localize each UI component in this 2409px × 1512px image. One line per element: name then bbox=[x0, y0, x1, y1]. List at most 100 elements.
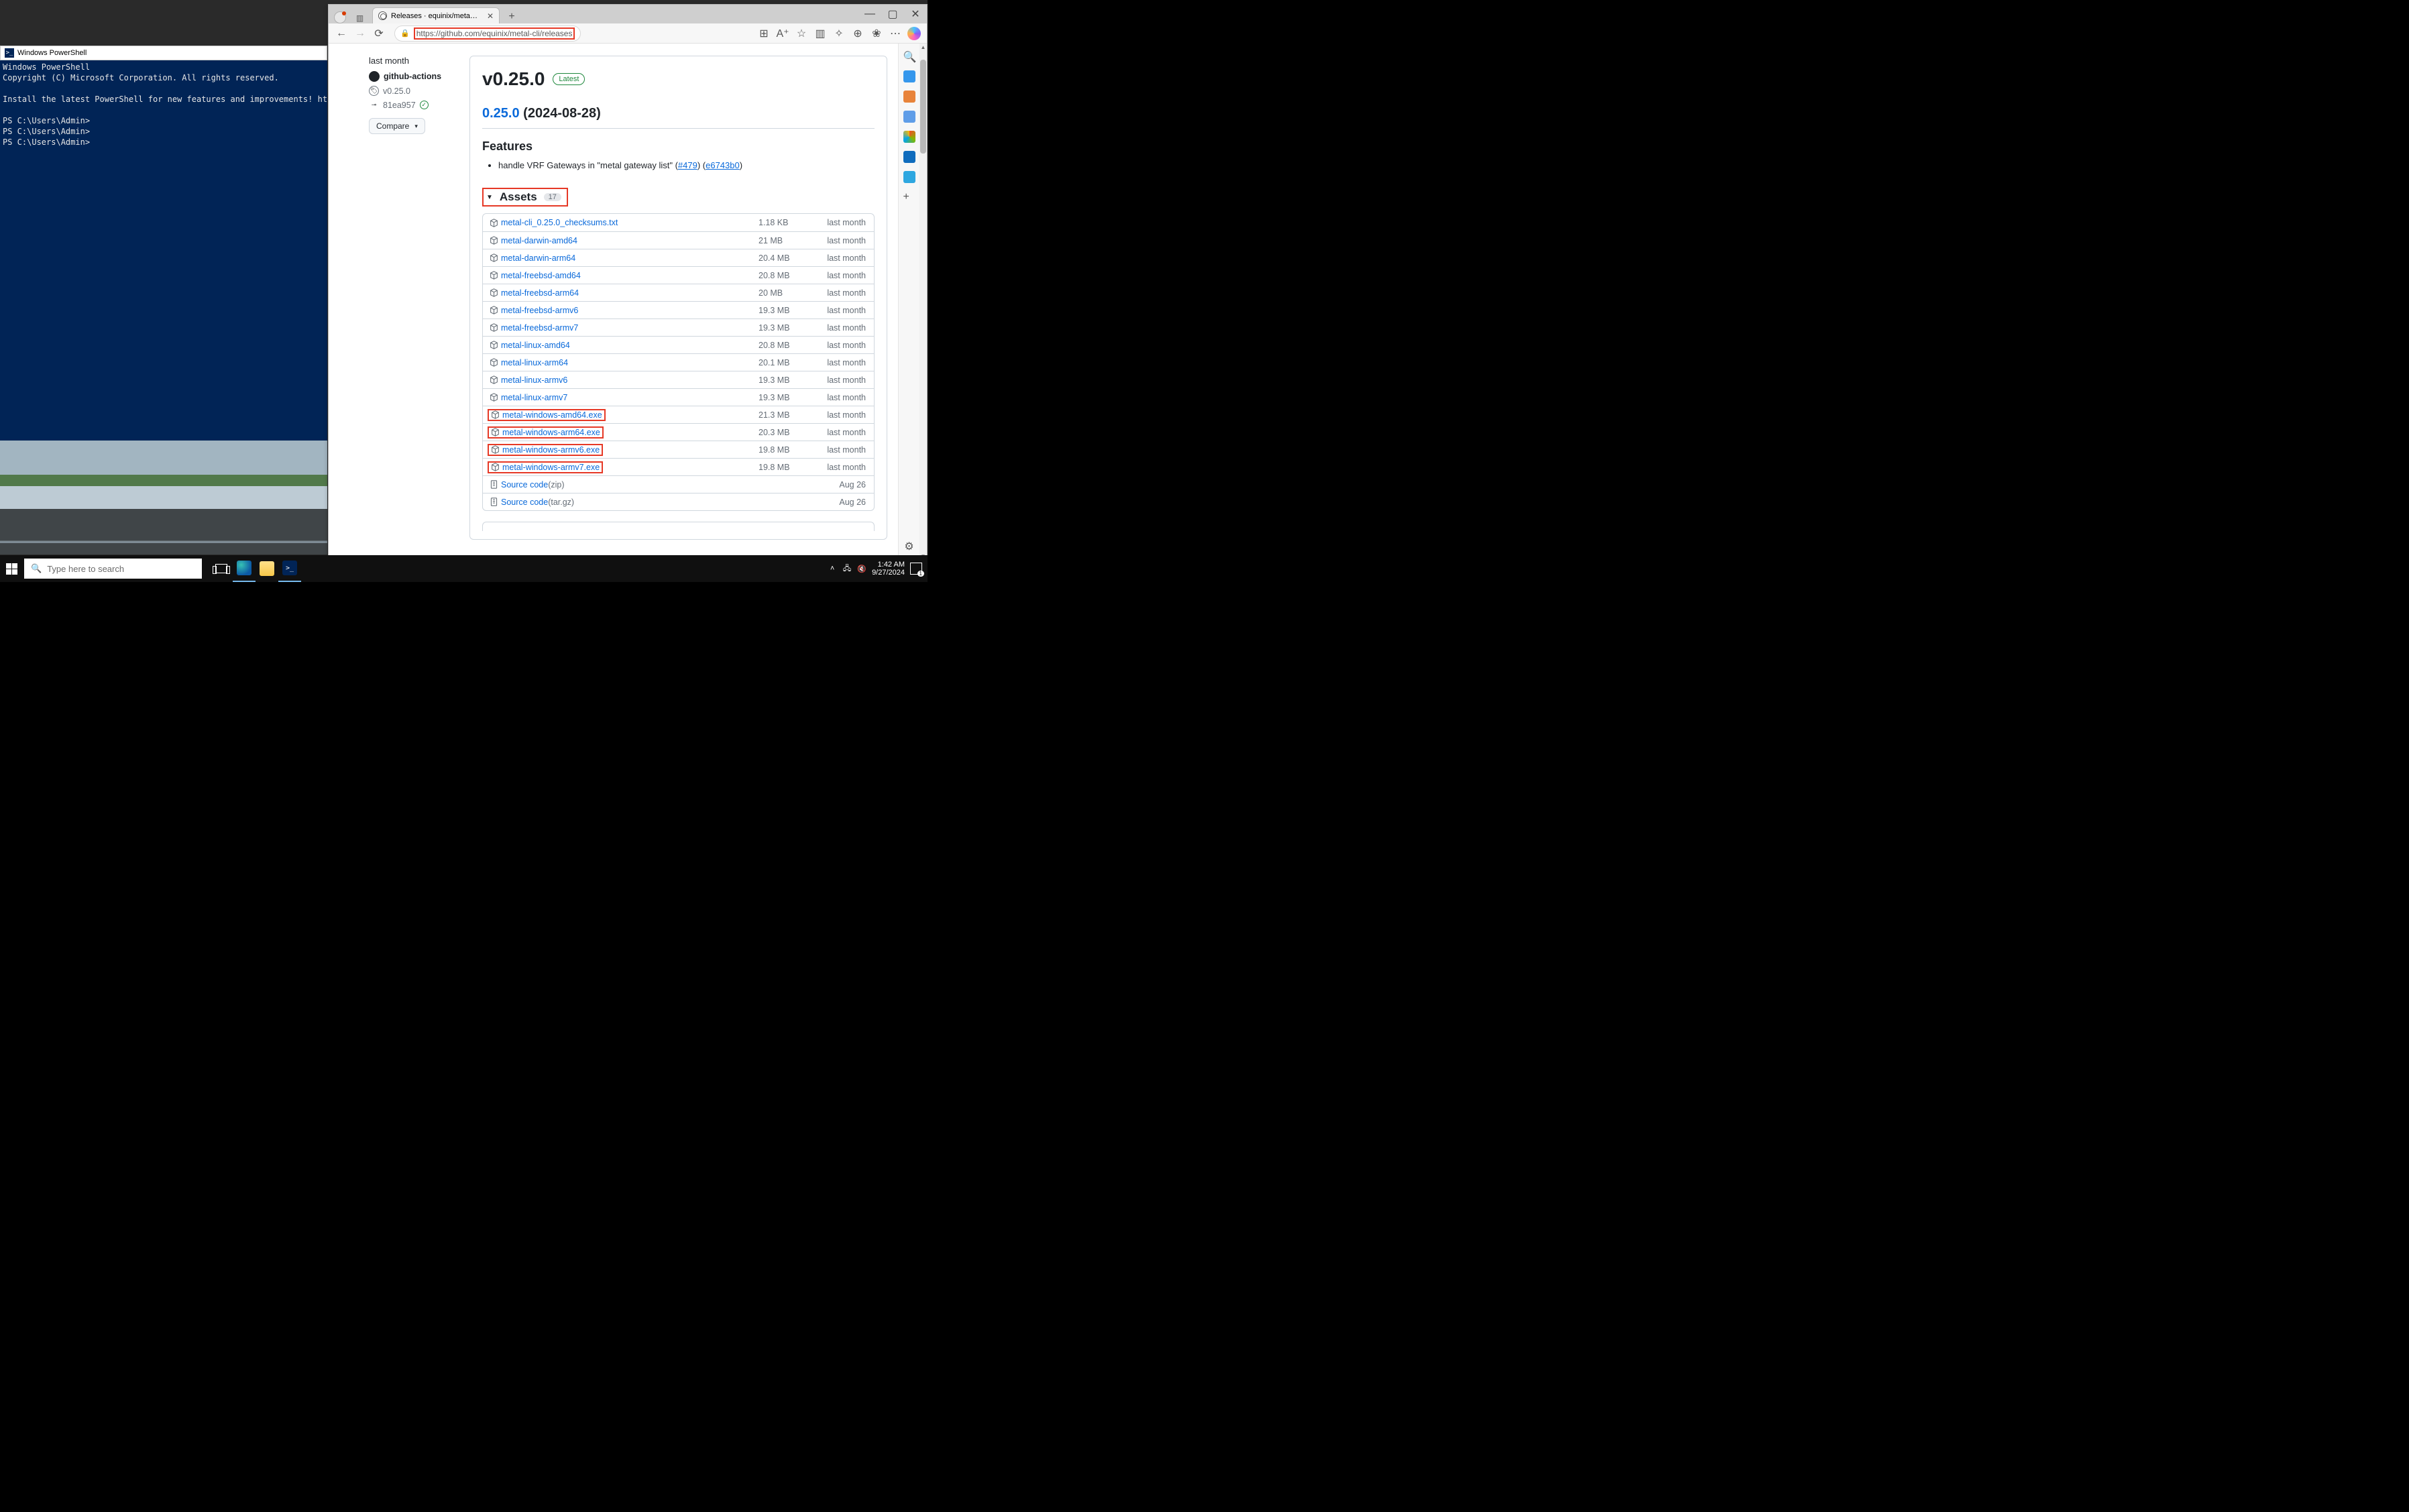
asset-row: Source code (zip)Aug 26 bbox=[483, 475, 874, 493]
scrollbar[interactable]: ▲ ▼ bbox=[919, 44, 927, 560]
asset-row: metal-windows-armv7.exe19.8 MBlast month bbox=[483, 458, 874, 475]
asset-link[interactable]: metal-linux-arm64 bbox=[501, 358, 568, 367]
taskbar-explorer[interactable] bbox=[256, 555, 278, 582]
asset-link[interactable]: metal-linux-armv7 bbox=[501, 393, 567, 402]
sidebar-shopping-icon[interactable] bbox=[903, 91, 915, 103]
asset-date: Aug 26 bbox=[812, 480, 866, 489]
asset-link[interactable]: metal-windows-amd64.exe bbox=[502, 410, 602, 420]
assets-toggle[interactable]: ▼ Assets 17 bbox=[482, 188, 568, 207]
powershell-titlebar[interactable]: >_ Windows PowerShell bbox=[0, 46, 327, 60]
asset-name-wrap: metal-windows-armv6.exe bbox=[488, 444, 603, 456]
sidebar-office-icon[interactable] bbox=[903, 131, 915, 143]
asset-link[interactable]: metal-freebsd-armv7 bbox=[501, 323, 578, 333]
scroll-thumb[interactable] bbox=[920, 60, 926, 154]
task-view-icon bbox=[215, 564, 227, 573]
asset-link[interactable]: Source code bbox=[501, 498, 548, 507]
sidebar-settings-icon[interactable]: ⚙ bbox=[904, 540, 913, 553]
asset-row: metal-linux-armv619.3 MBlast month bbox=[483, 371, 874, 388]
tab-actions-icon[interactable]: ▥ bbox=[354, 12, 366, 23]
powershell-body[interactable]: Windows PowerShell Copyright (C) Microso… bbox=[0, 60, 327, 441]
close-window-button[interactable]: ✕ bbox=[904, 5, 927, 23]
release-title: v0.25.0 bbox=[482, 68, 545, 90]
asset-link[interactable]: metal-windows-arm64.exe bbox=[502, 428, 600, 437]
sidebar-drop-icon[interactable] bbox=[903, 171, 915, 183]
asset-size: 1.18 KB bbox=[759, 218, 812, 227]
new-tab-button[interactable]: + bbox=[505, 10, 518, 23]
asset-link[interactable]: metal-darwin-amd64 bbox=[501, 236, 577, 245]
asset-name-wrap: metal-cli_0.25.0_checksums.txt bbox=[490, 218, 618, 227]
system-tray: ˄ 🖧 🔇 1:42 AM 9/27/2024 1 bbox=[828, 561, 928, 577]
asset-size: 19.3 MB bbox=[759, 323, 812, 333]
asset-date: last month bbox=[812, 428, 866, 437]
release-commit[interactable]: ⊸ 81ea957 ✓ bbox=[369, 100, 463, 110]
asset-link[interactable]: Source code bbox=[501, 480, 548, 489]
tray-volume-icon[interactable]: 🔇 bbox=[857, 564, 866, 573]
taskbar-powershell[interactable]: >_ bbox=[278, 555, 301, 582]
asset-row: metal-windows-amd64.exe21.3 MBlast month bbox=[483, 406, 874, 423]
favorites-bar-icon[interactable]: ✧ bbox=[832, 26, 846, 41]
feature-commit-link[interactable]: e6743b0 bbox=[706, 160, 740, 170]
minimize-button[interactable]: — bbox=[858, 5, 881, 23]
asset-name-wrap: metal-linux-amd64 bbox=[490, 341, 570, 350]
release-actor[interactable]: github-actions bbox=[369, 71, 463, 82]
asset-link[interactable]: metal-windows-armv7.exe bbox=[502, 463, 600, 472]
tray-network-icon[interactable]: 🖧 bbox=[842, 564, 852, 573]
asset-size: 20.8 MB bbox=[759, 271, 812, 280]
chevron-down-icon: ▾ bbox=[414, 123, 418, 130]
site-lock-icon[interactable]: 🔒 bbox=[400, 29, 410, 38]
asset-link[interactable]: metal-freebsd-armv6 bbox=[501, 306, 578, 315]
address-bar[interactable]: 🔒 https://github.com/equinix/metal-cli/r… bbox=[394, 25, 581, 42]
asset-row: metal-windows-armv6.exe19.8 MBlast month bbox=[483, 441, 874, 458]
windows-logo-icon bbox=[6, 563, 17, 575]
sidebar-people-icon[interactable] bbox=[903, 111, 915, 123]
read-aloud-icon[interactable]: A⁺ bbox=[775, 26, 790, 41]
asset-name-wrap: metal-windows-amd64.exe bbox=[488, 409, 606, 421]
split-screen-icon[interactable]: ▥ bbox=[813, 26, 828, 41]
asset-link[interactable]: metal-freebsd-amd64 bbox=[501, 271, 581, 280]
extensions-icon[interactable]: ⊞ bbox=[757, 26, 771, 41]
back-button[interactable]: ← bbox=[334, 26, 349, 41]
asset-name-wrap: metal-freebsd-armv7 bbox=[490, 323, 578, 333]
task-view-button[interactable] bbox=[210, 555, 233, 582]
sidebar-search-icon[interactable]: 🔍 bbox=[903, 50, 915, 62]
asset-link[interactable]: metal-freebsd-arm64 bbox=[501, 288, 579, 298]
sidebar-outlook-icon[interactable] bbox=[903, 151, 915, 163]
feature-pr-link[interactable]: #479 bbox=[678, 160, 697, 170]
tab-releases[interactable]: Releases · equinix/metal-cli · GitH ✕ bbox=[372, 7, 500, 23]
package-icon bbox=[490, 358, 498, 367]
compare-button[interactable]: Compare ▾ bbox=[369, 118, 425, 134]
package-icon bbox=[490, 375, 498, 384]
asset-name-wrap: metal-darwin-amd64 bbox=[490, 236, 577, 245]
asset-link[interactable]: metal-linux-armv6 bbox=[501, 375, 567, 385]
features-heading: Features bbox=[482, 139, 875, 154]
release-version-link[interactable]: 0.25.0 bbox=[482, 106, 520, 121]
forward-button: → bbox=[353, 26, 368, 41]
taskbar-edge[interactable] bbox=[233, 555, 256, 582]
taskbar-search[interactable]: 🔍 Type here to search bbox=[24, 559, 202, 579]
assets-count: 17 bbox=[544, 193, 561, 201]
tray-chevron-icon[interactable]: ˄ bbox=[828, 564, 837, 573]
release-tag[interactable]: 🏷 v0.25.0 bbox=[369, 86, 463, 96]
asset-link[interactable]: metal-darwin-arm64 bbox=[501, 253, 575, 263]
more-menu-icon[interactable]: ⋯ bbox=[888, 26, 903, 41]
collections-icon[interactable]: ⊕ bbox=[850, 26, 865, 41]
tray-clock[interactable]: 1:42 AM 9/27/2024 bbox=[872, 561, 905, 577]
action-center-icon[interactable]: 1 bbox=[910, 563, 922, 575]
copilot-icon[interactable] bbox=[907, 26, 921, 41]
sidebar-tools-icon[interactable] bbox=[903, 70, 915, 82]
sidebar-add-icon[interactable]: + bbox=[903, 191, 915, 203]
tab-close-icon[interactable]: ✕ bbox=[487, 11, 494, 21]
favorite-star-icon[interactable]: ☆ bbox=[794, 26, 809, 41]
refresh-button[interactable]: ⟳ bbox=[372, 26, 386, 41]
profile-avatar-icon[interactable] bbox=[334, 11, 346, 23]
start-button[interactable] bbox=[0, 555, 23, 582]
scroll-up-button[interactable]: ▲ bbox=[919, 44, 927, 51]
browser-content: last month github-actions 🏷 v0.25.0 ⊸ 81… bbox=[329, 44, 927, 560]
asset-link[interactable]: metal-linux-amd64 bbox=[501, 341, 570, 350]
browser-essentials-icon[interactable]: ❀ bbox=[869, 26, 884, 41]
commit-icon: ⊸ bbox=[369, 100, 379, 110]
asset-link[interactable]: metal-windows-armv6.exe bbox=[502, 445, 600, 455]
tray-time: 1:42 AM bbox=[872, 561, 905, 569]
asset-link[interactable]: metal-cli_0.25.0_checksums.txt bbox=[501, 218, 618, 227]
maximize-button[interactable]: ▢ bbox=[881, 5, 904, 23]
